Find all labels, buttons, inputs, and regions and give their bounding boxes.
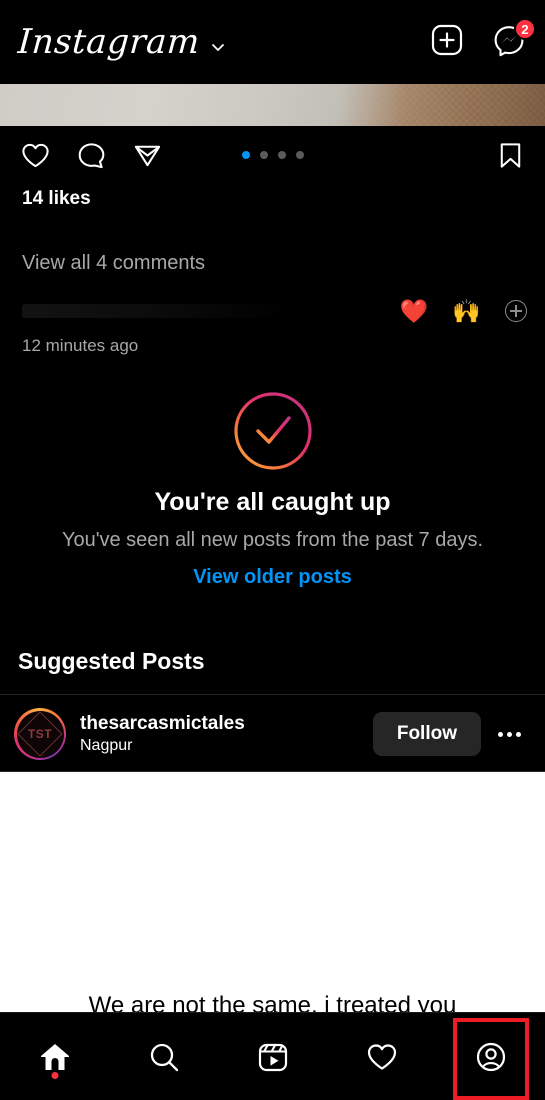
suggested-post-caption: We are not the same, i treated you bbox=[88, 992, 457, 1012]
comment-input-placeholder[interactable] bbox=[22, 304, 400, 318]
post-timestamp: 12 minutes ago bbox=[22, 336, 139, 355]
header-actions: 2 bbox=[429, 18, 536, 60]
bottom-navigation-bar bbox=[0, 1012, 545, 1100]
nav-item-search[interactable] bbox=[109, 1013, 218, 1100]
nav-item-reels[interactable] bbox=[218, 1013, 327, 1100]
post-action-bar bbox=[0, 126, 545, 184]
carousel-dot bbox=[295, 151, 304, 159]
heart-icon bbox=[367, 1043, 396, 1070]
search-icon bbox=[150, 1043, 178, 1071]
account-username[interactable]: thesarcasmictales bbox=[80, 713, 245, 735]
profile-circle-icon bbox=[476, 1042, 505, 1071]
carousel-dot bbox=[241, 151, 250, 159]
suggested-post-image[interactable]: We are not the same, i treated you bbox=[0, 772, 545, 1012]
view-older-posts-link[interactable]: View older posts bbox=[193, 566, 352, 589]
more-options-icon[interactable] bbox=[487, 712, 531, 756]
avatar[interactable]: TST bbox=[14, 708, 66, 760]
plus-square-icon bbox=[430, 23, 464, 62]
nav-item-profile[interactable] bbox=[436, 1013, 545, 1100]
suggested-post-header: TST thesarcasmictales Nagpur Follow bbox=[0, 703, 545, 765]
post-actions-left bbox=[18, 138, 164, 172]
caught-up-section: You're all caught up You've seen all new… bbox=[0, 390, 545, 589]
messenger-button[interactable]: 2 bbox=[491, 18, 536, 60]
post-actions-right bbox=[493, 138, 527, 172]
view-comments-link[interactable]: View all 4 comments bbox=[22, 252, 205, 275]
avatar-initials: TST bbox=[27, 727, 53, 741]
heart-emoji-reaction[interactable]: ❤️ bbox=[400, 299, 429, 323]
create-post-button[interactable] bbox=[429, 24, 465, 60]
like-count[interactable]: 14 likes bbox=[22, 188, 91, 210]
post-photo[interactable] bbox=[0, 84, 545, 126]
check-circle-gradient-icon bbox=[232, 390, 314, 472]
reels-icon bbox=[258, 1043, 287, 1071]
instagram-feed-screen: Instagram 2 14 likes View all 4 comments… bbox=[0, 0, 545, 1100]
raised-hands-emoji-reaction[interactable]: 🙌 bbox=[452, 299, 481, 323]
suggested-post-account[interactable]: thesarcasmictales Nagpur bbox=[80, 713, 245, 755]
section-divider bbox=[0, 694, 545, 695]
account-location[interactable]: Nagpur bbox=[80, 737, 245, 755]
messenger-unread-badge: 2 bbox=[514, 18, 536, 40]
bookmark-icon[interactable] bbox=[493, 138, 527, 172]
plus-circle-icon[interactable] bbox=[505, 300, 527, 322]
follow-button[interactable]: Follow bbox=[372, 712, 481, 756]
app-header: Instagram 2 bbox=[0, 0, 545, 84]
carousel-dot bbox=[277, 151, 286, 159]
instagram-logo-button[interactable]: Instagram bbox=[16, 22, 429, 62]
caught-up-subtitle: You've seen all new posts from the past … bbox=[61, 529, 484, 551]
suggested-post-caption-clip: We are not the same, i treated you bbox=[0, 992, 545, 1012]
comment-bubble-icon[interactable] bbox=[74, 138, 108, 172]
nav-item-home[interactable] bbox=[0, 1013, 109, 1100]
chevron-down-icon[interactable] bbox=[210, 39, 224, 53]
paper-plane-icon[interactable] bbox=[130, 138, 164, 172]
home-icon bbox=[40, 1043, 69, 1070]
caught-up-title: You're all caught up bbox=[154, 488, 391, 516]
heart-icon[interactable] bbox=[18, 138, 52, 172]
instagram-wordmark: Instagram bbox=[16, 22, 202, 62]
suggested-posts-title: Suggested Posts bbox=[18, 648, 205, 674]
comment-input-row[interactable]: ❤️ 🙌 bbox=[22, 292, 527, 330]
carousel-dot bbox=[259, 151, 268, 159]
nav-item-activity[interactable] bbox=[327, 1013, 436, 1100]
home-notification-dot bbox=[51, 1071, 58, 1079]
quick-reactions: ❤️ 🙌 bbox=[400, 299, 527, 323]
